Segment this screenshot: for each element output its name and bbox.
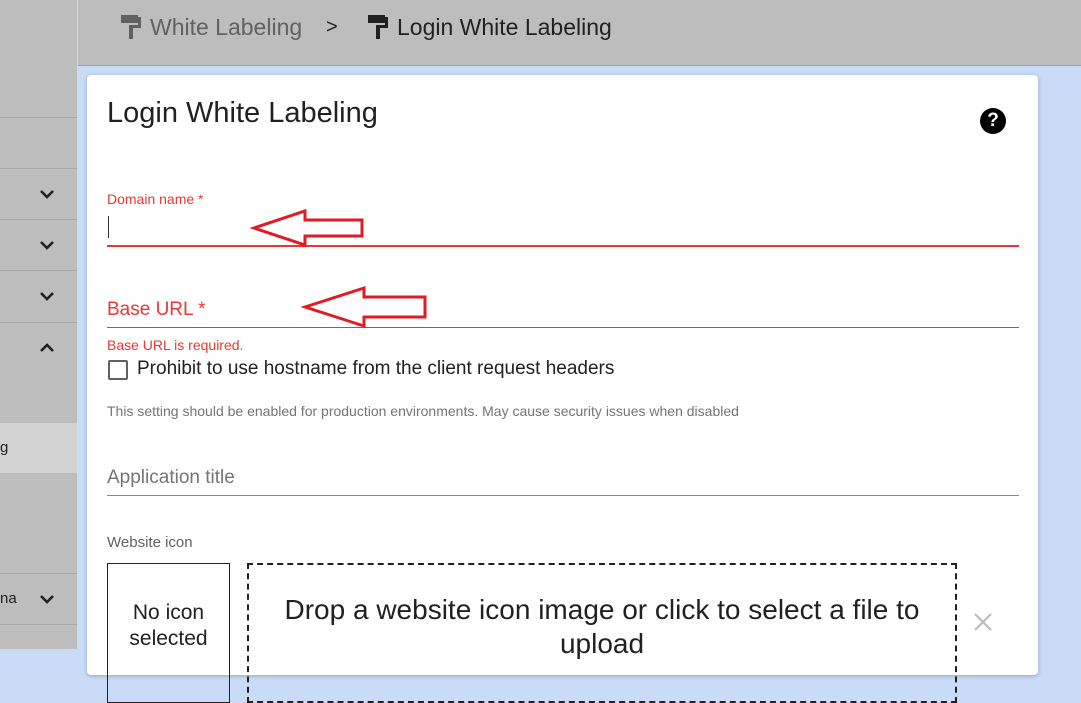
sidebar-item-label: na <box>0 590 17 607</box>
chevron-down-icon <box>40 595 54 604</box>
toolbar: White Labeling > Login White Labeling <box>78 0 1081 66</box>
close-icon[interactable] <box>972 611 994 633</box>
login-white-labeling-card: Login White Labeling ? Domain name * Bas… <box>87 75 1038 703</box>
website-icon-label: Website icon <box>107 534 193 551</box>
sidebar-item[interactable] <box>0 220 77 271</box>
base-url-error: Base URL is required. <box>107 337 244 353</box>
sidebar-subitem-label: g <box>0 439 9 456</box>
prohibit-hostname-hint: This setting should be enabled for produ… <box>107 403 739 419</box>
page-title: Login White Labeling <box>107 97 378 129</box>
base-url-field[interactable] <box>107 290 1019 328</box>
domain-name-underline <box>107 245 1019 247</box>
breadcrumb-current: Login White Labeling <box>367 12 612 42</box>
chevron-down-icon <box>40 190 54 199</box>
paint-roller-icon <box>121 15 141 39</box>
website-icon-dropzone[interactable]: Drop a website icon image or click to se… <box>247 563 957 703</box>
breadcrumb-current-label: Login White Labeling <box>397 13 612 40</box>
sidebar-item[interactable] <box>0 169 77 220</box>
domain-name-label: Domain name * <box>107 191 204 207</box>
application-title-underline <box>107 495 1019 496</box>
sidebar-item[interactable]: na <box>0 573 77 625</box>
breadcrumb-parent-label: White Labeling <box>150 13 303 40</box>
website-icon-preview: No icon selected <box>107 563 230 703</box>
chevron-up-icon <box>40 343 54 352</box>
chevron-down-icon <box>40 241 54 250</box>
sidebar: g na <box>0 0 77 649</box>
text-cursor <box>108 216 109 238</box>
help-icon[interactable]: ? <box>980 108 1006 134</box>
annotation-arrow-icon <box>250 208 364 248</box>
chevron-down-icon <box>40 292 54 301</box>
sidebar-item-expanded[interactable] <box>0 323 77 373</box>
breadcrumb-separator: > <box>326 15 338 38</box>
sidebar-item[interactable] <box>0 118 77 169</box>
annotation-arrow-icon <box>301 285 427 329</box>
application-title-field[interactable] <box>107 459 1019 495</box>
paint-roller-icon <box>368 15 388 39</box>
domain-name-field[interactable] <box>107 210 1019 246</box>
sidebar-item[interactable] <box>0 66 77 118</box>
breadcrumb-parent[interactable]: White Labeling <box>120 12 302 42</box>
base-url-underline <box>107 327 1019 328</box>
prohibit-hostname-checkbox[interactable] <box>108 360 128 380</box>
sidebar-subitem-active[interactable]: g <box>0 423 77 473</box>
sidebar-item[interactable] <box>0 271 77 323</box>
prohibit-hostname-label[interactable]: Prohibit to use hostname from the client… <box>137 358 614 380</box>
